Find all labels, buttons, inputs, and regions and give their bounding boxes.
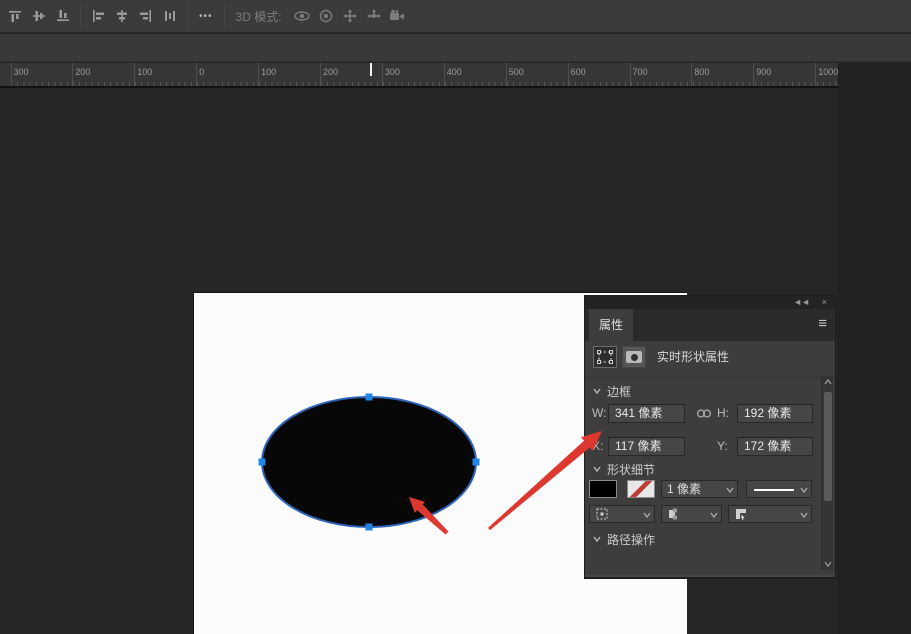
align-bottom-edges-icon[interactable] (52, 4, 74, 28)
x-field[interactable]: 117 像素 (608, 437, 685, 456)
ruler-label: 400 (447, 67, 462, 77)
fill-color-swatch[interactable] (589, 480, 617, 498)
panel-resize-edge[interactable] (585, 575, 835, 578)
stroke-width-dropdown[interactable]: 1 像素 (661, 480, 738, 498)
section-shape-details-label: 形状细节 (607, 461, 655, 478)
anchor-bottom (366, 524, 373, 531)
distribute-horizontal-centers-icon[interactable] (159, 4, 181, 28)
ruler-label: 200 (75, 67, 90, 77)
ruler-tick (630, 63, 631, 86)
ellipse-shape[interactable] (262, 397, 476, 527)
ruler-label: 100 (137, 67, 152, 77)
ruler-tick (753, 63, 754, 86)
panel-titlebar: ◄◄ × (585, 296, 835, 309)
height-label: H: (717, 404, 729, 423)
ruler-tick (258, 63, 259, 86)
anchor-left (259, 459, 266, 466)
y-label: Y: (717, 437, 728, 456)
ruler-tick (382, 63, 383, 86)
live-shape-header-row: 实时形状属性 (585, 346, 835, 369)
toolbar-separator (80, 6, 81, 26)
stroke-type-dropdown[interactable] (746, 480, 812, 498)
toolbar-separator (224, 6, 225, 26)
anchor-right (473, 459, 480, 466)
section-path-operations-label: 路径操作 (607, 531, 655, 548)
ruler-tick (568, 63, 569, 86)
ruler-tick (815, 63, 816, 86)
panel-dock-strip (838, 63, 911, 634)
properties-panel: ◄◄ × 属性 ≡ 实时形状属性 边框 W: 341 像素 H: 192 (585, 296, 835, 578)
align-vertical-centers-icon[interactable] (28, 4, 50, 28)
mask-properties-icon[interactable] (622, 346, 646, 368)
3d-camera-icon[interactable] (387, 4, 409, 28)
height-field[interactable]: 192 像素 (737, 404, 813, 423)
ruler-label: 600 (571, 67, 586, 77)
x-label: X: (592, 437, 603, 456)
width-label: W: (592, 404, 606, 423)
scrollbar-thumb[interactable] (824, 392, 832, 501)
ruler-tick (72, 63, 73, 86)
panel-scrollbar[interactable] (821, 376, 833, 570)
scroll-down-icon[interactable] (824, 561, 832, 567)
ruler-label: 300 (385, 67, 400, 77)
ruler-tick (196, 63, 197, 86)
transform-properties-icon[interactable] (593, 346, 617, 368)
ruler-label: 500 (509, 67, 524, 77)
ruler-tick (691, 63, 692, 86)
ruler-tick (11, 63, 12, 86)
tab-properties[interactable]: 属性 (589, 309, 633, 341)
ruler-tick (134, 63, 135, 86)
scroll-up-icon[interactable] (824, 379, 832, 385)
ruler-label: 300 (14, 67, 29, 77)
section-shape-details[interactable]: 形状细节 (593, 461, 655, 477)
options-bar: ••• 3D 模式: (0, 0, 911, 33)
align-left-edges-icon[interactable] (87, 4, 109, 28)
stroke-width-value: 1 像素 (667, 481, 701, 497)
section-bounds-label: 边框 (607, 383, 631, 400)
3d-slide-icon[interactable] (363, 4, 385, 28)
ruler-tick (506, 63, 507, 86)
panel-divider (585, 377, 835, 378)
3d-pan-icon[interactable] (339, 4, 361, 28)
3d-rotate-icon[interactable] (291, 4, 313, 28)
ruler-position-marker (370, 63, 372, 76)
ruler-label: 700 (633, 67, 648, 77)
options-subbar (0, 34, 911, 62)
ruler-label: 200 (323, 67, 338, 77)
align-horizontal-centers-icon[interactable] (111, 4, 133, 28)
anchor-top (366, 394, 373, 401)
solid-stroke-preview (754, 489, 794, 491)
stroke-corner-dropdown[interactable] (728, 505, 812, 523)
ruler-label: 800 (694, 67, 709, 77)
panel-menu-icon[interactable]: ≡ (818, 309, 827, 339)
3d-roll-icon[interactable] (315, 4, 337, 28)
stroke-caps-dropdown[interactable] (661, 505, 722, 523)
align-right-edges-icon[interactable] (135, 4, 157, 28)
collapse-panel-icon[interactable]: ◄◄ (793, 296, 809, 309)
ruler-tick (444, 63, 445, 86)
stroke-color-swatch[interactable] (627, 480, 655, 498)
ruler[interactable]: 3002001000100200300400500600700800900100… (0, 63, 911, 88)
photoshop-window: ••• 3D 模式: 30020010001002003004005006007… (0, 0, 911, 634)
link-dimensions-icon[interactable] (695, 404, 713, 428)
section-path-operations[interactable]: 路径操作 (593, 531, 655, 547)
panel-title: 实时形状属性 (657, 346, 729, 368)
ruler-label: 900 (756, 67, 771, 77)
align-top-edges-icon[interactable] (4, 4, 26, 28)
ruler-label: 100 (261, 67, 276, 77)
more-options-icon[interactable]: ••• (193, 11, 219, 22)
panel-tabbar: 属性 ≡ (585, 309, 835, 341)
ruler-tick (320, 63, 321, 86)
toolbar-separator (187, 6, 188, 26)
ruler-label: 1000 (818, 67, 838, 77)
width-field[interactable]: 341 像素 (608, 404, 685, 423)
close-panel-icon[interactable]: × (822, 296, 827, 309)
3d-mode-label: 3D 模式: (236, 8, 282, 25)
y-field[interactable]: 172 像素 (737, 437, 813, 456)
section-bounds[interactable]: 边框 (593, 383, 631, 399)
stroke-alignment-dropdown[interactable] (589, 505, 655, 523)
ruler-label: 0 (199, 67, 204, 77)
